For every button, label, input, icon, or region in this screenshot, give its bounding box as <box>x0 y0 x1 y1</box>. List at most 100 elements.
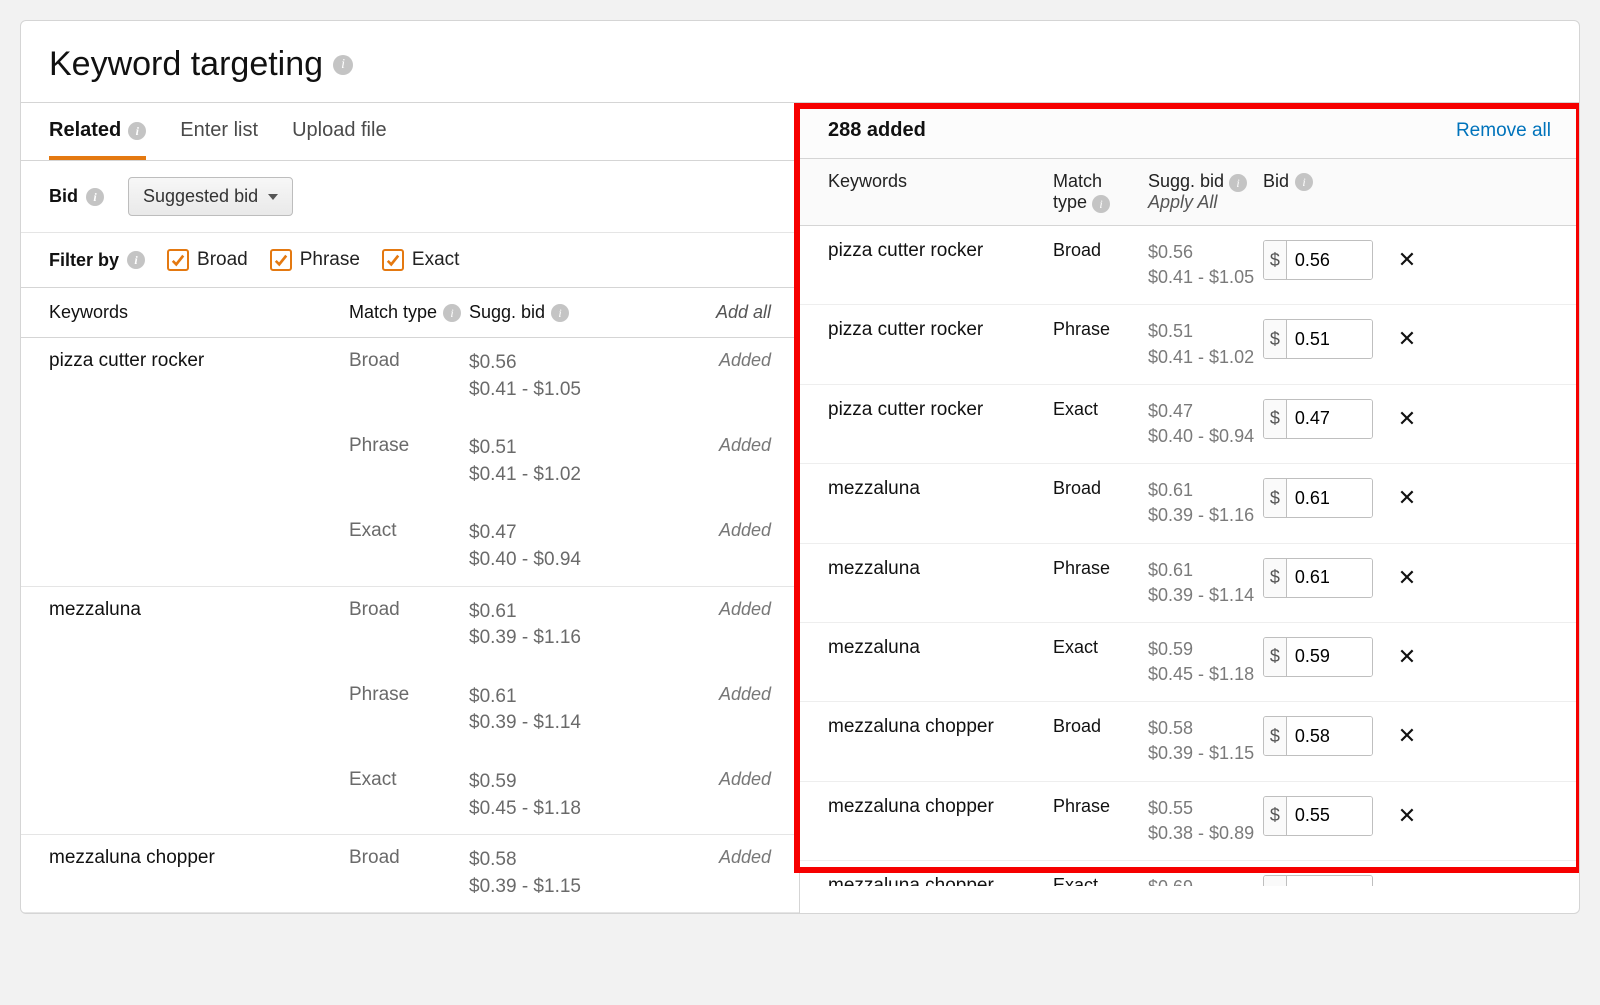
keyword-group: pizza cutter rockerBroad$0.56$0.41 - $1.… <box>21 338 799 587</box>
dollar-icon: $ <box>1264 320 1287 358</box>
keyword-status: Added <box>609 684 771 705</box>
added-bid-cell: $ <box>1263 558 1393 598</box>
added-match: Phrase <box>1053 796 1148 817</box>
checkbox-icon <box>167 249 189 271</box>
keyword-row: pizza cutter rockerBroad$0.56$0.41 - $1.… <box>21 338 799 403</box>
info-icon[interactable]: i <box>333 55 353 75</box>
keyword-match: Exact <box>349 769 469 791</box>
keyword-group: mezzalunaBroad$0.61$0.39 - $1.16AddedPhr… <box>21 587 799 836</box>
filter-options: Broad Phrase Exact <box>167 249 459 271</box>
bid-input[interactable] <box>1287 559 1372 597</box>
bid-input[interactable] <box>1287 797 1372 835</box>
remove-row-button[interactable]: ✕ <box>1393 802 1421 830</box>
info-icon[interactable]: i <box>1092 195 1110 213</box>
keyword-sugg: $0.58$0.39 - $1.15 <box>469 847 609 900</box>
dollar-icon: $ <box>1264 797 1287 835</box>
suggestions-body: pizza cutter rockerBroad$0.56$0.41 - $1.… <box>21 338 799 913</box>
bid-label: Bid <box>49 186 78 207</box>
keyword-targeting-panel: Keyword targeting i Related i Enter list… <box>20 20 1580 914</box>
added-sugg: $0.56$0.41 - $1.05 <box>1148 240 1263 290</box>
filter-checkbox-exact[interactable]: Exact <box>382 249 460 271</box>
keyword-match: Phrase <box>349 435 469 457</box>
keyword-match: Broad <box>349 350 469 372</box>
remove-row-button[interactable]: ✕ <box>1393 405 1421 433</box>
bid-select[interactable]: Suggested bid <box>128 177 293 216</box>
remove-row-button[interactable]: ✕ <box>1393 881 1421 886</box>
added-header: 288 added Remove all <box>800 103 1579 159</box>
added-row: pizza cutter rockerExact$0.47$0.40 - $0.… <box>800 385 1579 464</box>
chevron-down-icon <box>268 194 278 200</box>
keyword-sugg: $0.56$0.41 - $1.05 <box>469 350 609 403</box>
added-match: Broad <box>1053 240 1148 261</box>
keyword-name: pizza cutter rocker <box>49 350 349 372</box>
remove-row-button[interactable]: ✕ <box>1393 643 1421 671</box>
info-icon[interactable]: i <box>1229 174 1247 192</box>
keyword-match: Exact <box>349 520 469 542</box>
checkbox-icon <box>382 249 404 271</box>
remove-row-button[interactable]: ✕ <box>1393 722 1421 750</box>
keyword-status: Added <box>609 520 771 541</box>
tab-enter-list[interactable]: Enter list <box>180 103 258 160</box>
tab-upload-file[interactable]: Upload file <box>292 103 387 160</box>
added-keyword: mezzaluna <box>828 558 1053 580</box>
info-icon[interactable]: i <box>551 304 569 322</box>
dollar-icon: $ <box>1264 241 1287 279</box>
bid-input-wrapper: $ <box>1263 240 1373 280</box>
added-match: Exact <box>1053 637 1148 658</box>
added-match: Broad <box>1053 716 1148 737</box>
remove-row-button[interactable]: ✕ <box>1393 564 1421 592</box>
remove-all-link[interactable]: Remove all <box>1456 120 1551 142</box>
bid-input[interactable] <box>1287 241 1372 279</box>
added-match: Exact <box>1053 399 1148 420</box>
added-sugg: $0.58$0.39 - $1.15 <box>1148 716 1263 766</box>
bid-input[interactable] <box>1287 479 1372 517</box>
keyword-status: Added <box>609 599 771 620</box>
keyword-sugg: $0.59$0.45 - $1.18 <box>469 769 609 822</box>
added-bid-cell: $ <box>1263 399 1393 439</box>
remove-row-button[interactable]: ✕ <box>1393 325 1421 353</box>
info-icon[interactable]: i <box>86 188 104 206</box>
info-icon[interactable]: i <box>1295 173 1313 191</box>
added-row: mezzalunaBroad$0.61$0.39 - $1.16$✕ <box>800 464 1579 543</box>
bid-row: Bid i Suggested bid <box>21 161 799 233</box>
suggestions-header: Keywords Match type i Sugg. bid i Add al… <box>21 287 799 338</box>
added-keyword: mezzaluna <box>828 637 1053 659</box>
dollar-icon: $ <box>1264 717 1287 755</box>
suggestions-pane: Related i Enter list Upload file Bid i S… <box>21 103 800 913</box>
added-row: mezzalunaPhrase$0.61$0.39 - $1.14$✕ <box>800 544 1579 623</box>
col-match-type: Match type i <box>349 302 469 323</box>
keyword-group: mezzaluna chopperBroad$0.58$0.39 - $1.15… <box>21 835 799 913</box>
tab-related[interactable]: Related i <box>49 103 146 160</box>
add-all-link[interactable]: Add all <box>609 302 771 323</box>
bid-input[interactable] <box>1287 320 1372 358</box>
keyword-name: mezzaluna <box>49 599 349 621</box>
col-bid: Bid <box>1263 171 1289 192</box>
filter-checkbox-phrase[interactable]: Phrase <box>270 249 360 271</box>
keyword-match: Broad <box>349 847 469 869</box>
info-icon[interactable]: i <box>128 122 146 140</box>
added-bid-cell: $ <box>1263 716 1393 756</box>
remove-row-button[interactable]: ✕ <box>1393 484 1421 512</box>
keyword-name: mezzaluna chopper <box>49 847 349 869</box>
apply-all-link[interactable]: Apply All <box>1148 192 1263 213</box>
added-keyword: mezzaluna chopper <box>828 875 1053 886</box>
added-sugg: $0.59$0.45 - $1.18 <box>1148 637 1263 687</box>
info-icon[interactable]: i <box>127 251 145 269</box>
bid-input[interactable] <box>1287 400 1372 438</box>
bid-input-wrapper: $ <box>1263 399 1373 439</box>
keyword-match: Phrase <box>349 684 469 706</box>
added-keyword: mezzaluna chopper <box>828 716 1053 738</box>
info-icon[interactable]: i <box>443 304 461 322</box>
bid-input-wrapper: $ <box>1263 319 1373 359</box>
bid-input[interactable] <box>1287 876 1372 886</box>
dollar-icon: $ <box>1264 559 1287 597</box>
filter-checkbox-broad[interactable]: Broad <box>167 249 248 271</box>
bid-selected: Suggested bid <box>143 186 258 207</box>
keyword-sugg: $0.47$0.40 - $0.94 <box>469 520 609 573</box>
bid-input[interactable] <box>1287 717 1372 755</box>
bid-input[interactable] <box>1287 638 1372 676</box>
remove-row-button[interactable]: ✕ <box>1393 246 1421 274</box>
keyword-row: Phrase$0.51$0.41 - $1.02Added <box>21 423 799 488</box>
bid-input-wrapper: $ <box>1263 637 1373 677</box>
added-pane: 288 added Remove all Keywords Match type… <box>800 103 1579 913</box>
